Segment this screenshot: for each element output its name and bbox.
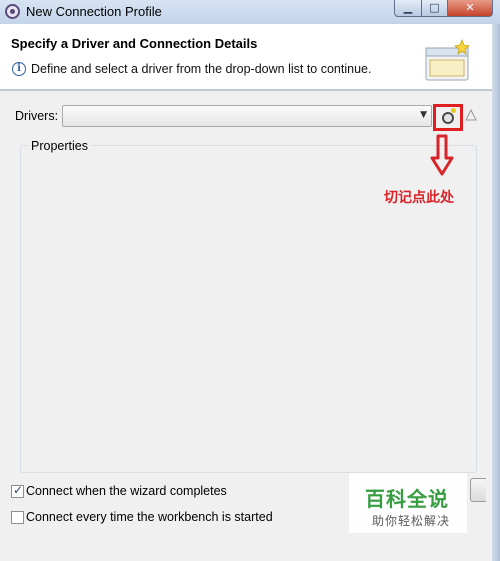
connect-on-finish-label[interactable]: Connect when the wizard completes (26, 484, 227, 498)
connect-on-startup-label[interactable]: Connect every time the workbench is star… (26, 510, 273, 524)
test-connection-button[interactable] (470, 478, 486, 502)
watermark-title: 百科全说 (365, 487, 449, 511)
maximize-button[interactable]: □ (421, 0, 448, 17)
info-icon: i (12, 62, 26, 76)
chevron-down-icon[interactable]: ▼ (420, 110, 427, 120)
new-driver-icon (442, 108, 456, 124)
page-description: Define and select a driver from the drop… (31, 62, 372, 76)
wizard-header: Specify a Driver and Connection Details … (0, 24, 492, 90)
minimize-button[interactable]: ▁ (394, 0, 422, 17)
page-title: Specify a Driver and Connection Details (11, 36, 258, 51)
wizard-banner-icon (425, 38, 470, 81)
connect-on-finish-checkbox[interactable] (11, 483, 24, 498)
drivers-dropdown[interactable]: ▼ (62, 105, 432, 127)
watermark-logo: 百科全说 助你轻松解决 (349, 473, 467, 533)
app-icon (5, 4, 20, 19)
properties-label: Properties (28, 139, 91, 153)
window-title: New Connection Profile (26, 4, 162, 19)
title-bar: New Connection Profile ▁ □ ✕ (0, 0, 500, 24)
window-border (492, 24, 500, 561)
close-button[interactable]: ✕ (447, 0, 493, 17)
connect-on-startup-checkbox[interactable] (11, 511, 24, 524)
annotation-text: 切记点此处 (384, 190, 454, 206)
drivers-label: Drivers: (15, 109, 59, 123)
new-driver-definition-button[interactable] (433, 104, 463, 131)
warning-triangle-icon (465, 109, 477, 121)
watermark-subtitle: 助你轻松解决 (372, 514, 451, 528)
annotation-arrow-icon (430, 134, 454, 176)
